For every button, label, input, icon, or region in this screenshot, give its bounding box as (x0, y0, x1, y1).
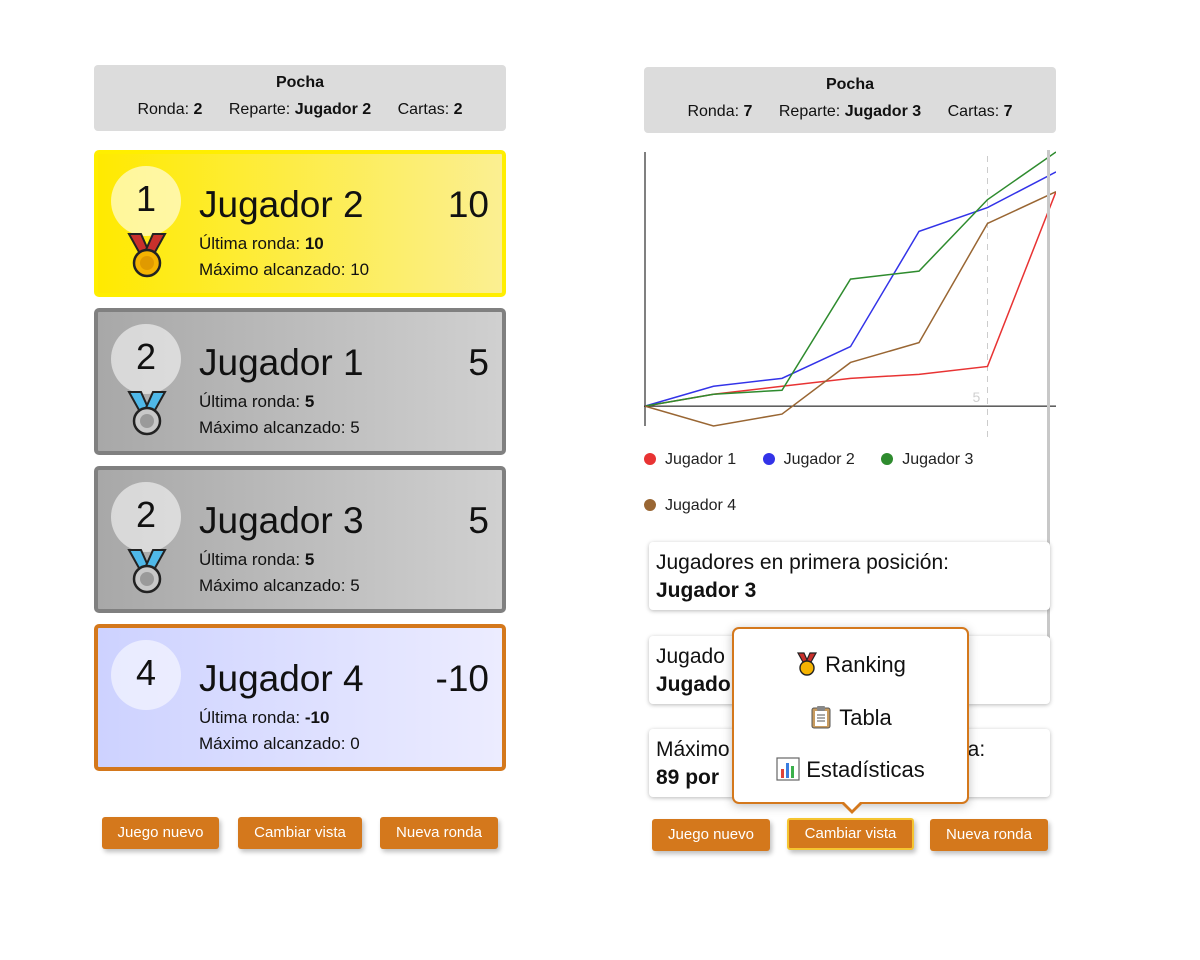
cards-label: Cartas: (397, 101, 450, 118)
last-round: Última ronda: 10 (199, 234, 324, 253)
position-badge: 2 (111, 324, 181, 394)
max-reached: Máximo alcanzado: 10 (199, 260, 370, 279)
series-line-jugador-1 (644, 191, 1057, 407)
score-evolution-chart: 5 (644, 150, 1057, 440)
silver-medal-icon (127, 391, 167, 436)
series-line-jugador-3 (644, 151, 1057, 407)
max-reached: Máximo alcanzado: 5 (199, 576, 360, 595)
ranking-card: 4 Jugador 4 -10 Última ronda: -10 Máximo… (94, 624, 506, 771)
position-badge: 2 (111, 482, 181, 552)
legend-dot (644, 499, 656, 511)
max-reached: Máximo alcanzado: 0 (199, 734, 360, 753)
menu-item-table[interactable]: Tabla (734, 705, 967, 731)
player-name: Jugador 2 (199, 184, 364, 225)
dealer-label: Reparte: (228, 101, 291, 118)
clipboard-icon (811, 706, 831, 729)
dealer-label: Reparte: (778, 103, 841, 120)
new-game-button[interactable]: Juego nuevo (102, 817, 219, 849)
game-header: Pocha Ronda: 2 Reparte: Jugador 2 Cartas… (94, 65, 506, 131)
cards-value: 7 (1003, 103, 1013, 120)
ranking-card: 1 Jugador 2 10 Última ronda: 10 Máximo a… (94, 150, 506, 297)
dealer-value: Jugador 2 (294, 101, 372, 118)
position-badge: 1 (111, 166, 181, 236)
round-label: Ronda: (137, 101, 190, 118)
stat-value: Jugador 3 (656, 579, 757, 602)
menu-item-statistics[interactable]: Estadísticas (734, 757, 967, 783)
popup-arrow-inner (843, 801, 861, 810)
menu-item-ranking[interactable]: Ranking (734, 652, 967, 678)
max-reached: Máximo alcanzado: 5 (199, 418, 360, 437)
player-score: -10 (435, 658, 489, 699)
player-name: Jugador 3 (199, 500, 364, 541)
stat-box: Jugadores en primera posición: Jugador 3 (649, 542, 1050, 610)
new-round-button[interactable]: Nueva ronda (380, 817, 498, 849)
game-header: Pocha Ronda: 7 Reparte: Jugador 3 Cartas… (644, 67, 1056, 133)
round-marker-label: 5 (973, 389, 981, 405)
view-menu-popup: Ranking Tabla Estadísticas (732, 627, 969, 804)
legend-item: Jugador 2 (762, 451, 855, 468)
player-score: 10 (447, 184, 489, 225)
bar-chart-icon (776, 757, 800, 781)
series-line-jugador-4 (644, 191, 1057, 427)
round-info: Ronda: 7 Reparte: Jugador 3 Cartas: 7 (644, 103, 1056, 121)
cards-value: 2 (453, 101, 463, 118)
player-name: Jugador 4 (199, 658, 364, 699)
ranking-card: 2 Jugador 1 5 Última ronda: 5 Máximo alc… (94, 308, 506, 455)
new-game-button[interactable]: Juego nuevo (652, 819, 770, 851)
player-score: 5 (468, 500, 489, 541)
new-round-button[interactable]: Nueva ronda (930, 819, 1048, 851)
legend-item: Jugador 3 (881, 451, 973, 468)
last-round: Última ronda: 5 (199, 392, 315, 411)
game-title: Pocha (825, 76, 874, 93)
round-label: Ronda: (687, 103, 740, 120)
line-chart: 5 (644, 151, 1057, 440)
legend-dot (644, 453, 656, 465)
change-view-button[interactable]: Cambiar vista (787, 818, 914, 850)
legend-item: Jugador 4 (644, 497, 736, 514)
dealer-value: Jugador 3 (844, 103, 922, 120)
medal-icon (797, 652, 818, 676)
stat-label: Jugadores en primera posición: (656, 551, 949, 574)
legend-dot (881, 453, 894, 465)
gold-medal-icon (127, 233, 167, 278)
chart-legend: Jugador 4 (644, 497, 736, 515)
series-line-jugador-2 (644, 171, 1057, 407)
game-title: Pocha (275, 74, 324, 91)
cards-label: Cartas: (947, 103, 1000, 120)
legend-item: Jugador 1 (644, 451, 736, 468)
round-info: Ronda: 2 Reparte: Jugador 2 Cartas: 2 (94, 101, 506, 119)
chart-legend: Jugador 1 Jugador 2 Jugador 3 (644, 451, 973, 469)
player-name: Jugador 1 (199, 342, 364, 383)
change-view-button[interactable]: Cambiar vista (238, 817, 362, 849)
last-round: Última ronda: 5 (199, 550, 315, 569)
legend-dot (762, 453, 775, 465)
position-badge: 4 (111, 640, 181, 710)
player-score: 5 (468, 342, 489, 383)
last-round: Última ronda: -10 (199, 708, 330, 727)
round-value: 2 (193, 101, 203, 118)
round-value: 7 (743, 103, 753, 120)
silver-medal-icon (127, 549, 167, 594)
ranking-card: 2 Jugador 3 5 Última ronda: 5 Máximo alc… (94, 466, 506, 613)
